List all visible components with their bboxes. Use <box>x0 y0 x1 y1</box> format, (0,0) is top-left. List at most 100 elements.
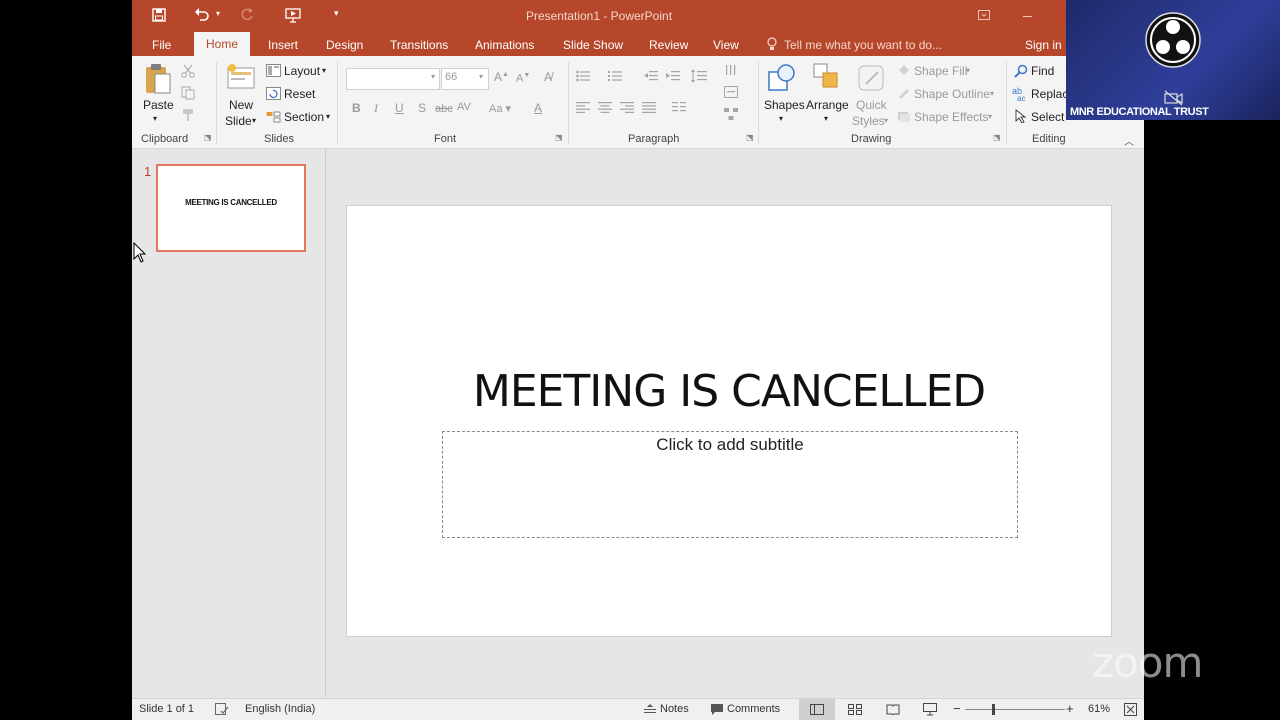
arrange-dropdown-icon[interactable]: ▾ <box>824 114 828 123</box>
italic-icon[interactable]: I <box>374 101 378 116</box>
numbering-icon[interactable] <box>608 70 622 82</box>
columns-icon[interactable] <box>672 102 686 113</box>
comments-icon[interactable] <box>711 704 723 715</box>
font-launcher-icon[interactable]: ⬔ <box>555 133 563 142</box>
tab-view[interactable]: View <box>713 38 739 52</box>
replace-button[interactable]: Replac <box>1031 87 1068 101</box>
subtitle-placeholder[interactable]: Click to add subtitle <box>442 431 1018 538</box>
replace-icon[interactable]: abac <box>1012 85 1028 101</box>
paste-label[interactable]: Paste <box>143 98 174 112</box>
slide-sorter-icon[interactable] <box>848 704 862 715</box>
slide-show-view-icon[interactable] <box>923 703 937 716</box>
notes-button[interactable]: Notes <box>660 703 689 715</box>
shapes-label[interactable]: Shapes <box>764 98 805 112</box>
shape-fill-icon[interactable] <box>897 63 911 77</box>
font-size-dropdown-icon[interactable]: ▾ <box>479 72 483 81</box>
shape-outline-button[interactable]: Shape Outline <box>914 87 990 101</box>
collapse-ribbon-icon[interactable]: ︿ <box>1124 133 1134 148</box>
quick-styles-icon[interactable] <box>856 62 888 94</box>
new-slide-label-1[interactable]: New <box>229 98 253 112</box>
clipboard-launcher-icon[interactable]: ⬔ <box>204 133 212 142</box>
find-icon[interactable] <box>1014 64 1028 78</box>
shape-effects-dropdown-icon[interactable]: ▾ <box>988 112 992 121</box>
shapes-dropdown-icon[interactable]: ▾ <box>779 114 783 123</box>
align-left-icon[interactable] <box>576 102 590 113</box>
justify-icon[interactable] <box>642 102 656 113</box>
layout-icon[interactable] <box>266 64 281 77</box>
smartart-icon[interactable] <box>724 108 738 120</box>
new-slide-label-2[interactable]: Slide <box>225 114 252 128</box>
increase-font-size-icon[interactable]: A▲ <box>494 70 509 84</box>
slide-canvas[interactable]: MEETING IS CANCELLED Click to add subtit… <box>346 205 1112 637</box>
line-spacing-icon[interactable] <box>691 69 707 83</box>
font-name-box[interactable] <box>346 68 440 90</box>
shape-fill-dropdown-icon[interactable]: ▾ <box>966 66 970 75</box>
copy-icon[interactable] <box>181 86 195 100</box>
text-shadow-icon[interactable]: S <box>418 101 426 115</box>
comments-button[interactable]: Comments <box>727 703 780 715</box>
quick-styles-label-1[interactable]: Quick <box>856 98 887 112</box>
underline-icon[interactable]: U <box>395 101 404 115</box>
align-text-icon[interactable] <box>724 86 738 98</box>
sign-in-link[interactable]: Sign in <box>1025 38 1062 52</box>
tab-design[interactable]: Design <box>326 38 363 52</box>
clear-formatting-icon[interactable]: A̸ <box>544 70 552 84</box>
fit-slide-icon[interactable] <box>1124 703 1137 716</box>
tab-insert[interactable]: Insert <box>268 38 298 52</box>
shape-fill-button[interactable]: Shape Fill <box>914 64 967 78</box>
cut-icon[interactable] <box>181 64 195 78</box>
shape-effects-button[interactable]: Shape Effects <box>914 110 989 124</box>
drawing-launcher-icon[interactable]: ⬔ <box>993 133 1001 142</box>
language-indicator[interactable]: English (India) <box>245 703 315 715</box>
tab-slide-show[interactable]: Slide Show <box>563 38 623 52</box>
quick-styles-label-2[interactable]: Styles <box>852 114 885 128</box>
new-slide-icon[interactable] <box>226 62 256 92</box>
layout-button[interactable]: Layout <box>284 64 320 78</box>
find-button[interactable]: Find <box>1031 64 1054 78</box>
increase-indent-icon[interactable] <box>666 70 680 82</box>
zoom-level[interactable]: 61% <box>1088 703 1110 715</box>
tab-review[interactable]: Review <box>649 38 688 52</box>
slide-title[interactable]: MEETING IS CANCELLED <box>347 366 1111 417</box>
tab-animations[interactable]: Animations <box>475 38 534 52</box>
shape-outline-dropdown-icon[interactable]: ▾ <box>990 89 994 98</box>
font-color-icon[interactable]: A <box>534 101 542 115</box>
strikethrough-icon[interactable]: abc <box>435 103 453 115</box>
zoom-slider-track[interactable] <box>965 709 1065 710</box>
tab-file[interactable]: File <box>152 38 171 52</box>
section-dropdown-icon[interactable]: ▾ <box>326 112 330 121</box>
section-button[interactable]: Section <box>284 110 324 124</box>
tab-transitions[interactable]: Transitions <box>390 38 448 52</box>
tab-home[interactable]: Home <box>194 32 251 56</box>
text-direction-icon[interactable] <box>724 64 738 78</box>
decrease-font-size-icon[interactable]: A▼ <box>516 72 530 85</box>
change-case-icon[interactable]: Aa ▾ <box>489 102 511 115</box>
shape-effects-icon[interactable] <box>897 109 911 123</box>
select-button[interactable]: Select <box>1031 110 1064 124</box>
tell-me-search[interactable]: Tell me what you want to do... <box>784 38 942 52</box>
align-center-icon[interactable] <box>598 102 612 113</box>
shape-outline-icon[interactable] <box>897 86 911 100</box>
spelling-check-icon[interactable] <box>215 703 229 715</box>
ribbon-display-options-icon[interactable] <box>978 10 990 20</box>
zoom-out-button[interactable]: − <box>953 701 961 716</box>
paragraph-launcher-icon[interactable]: ⬔ <box>746 133 754 142</box>
zoom-in-button[interactable]: + <box>1066 701 1074 716</box>
reading-view-icon[interactable] <box>886 704 900 715</box>
paste-dropdown-icon[interactable]: ▾ <box>153 114 157 123</box>
align-right-icon[interactable] <box>620 102 634 113</box>
character-spacing-icon[interactable]: AV <box>457 101 471 113</box>
bullets-icon[interactable] <box>576 70 590 82</box>
shapes-icon[interactable] <box>766 62 798 94</box>
section-icon[interactable] <box>266 110 281 123</box>
paste-icon[interactable] <box>144 62 172 96</box>
select-icon[interactable] <box>1015 109 1027 123</box>
new-slide-dropdown-icon[interactable]: ▾ <box>252 116 256 125</box>
font-name-dropdown-icon[interactable]: ▾ <box>431 72 435 81</box>
reset-button[interactable]: Reset <box>284 87 315 101</box>
zoom-slider-thumb[interactable] <box>992 704 995 715</box>
decrease-indent-icon[interactable] <box>644 70 658 82</box>
slide-thumbnail[interactable]: MEETING IS CANCELLED <box>156 164 306 252</box>
arrange-icon[interactable] <box>812 62 842 92</box>
reset-icon[interactable] <box>266 87 281 100</box>
